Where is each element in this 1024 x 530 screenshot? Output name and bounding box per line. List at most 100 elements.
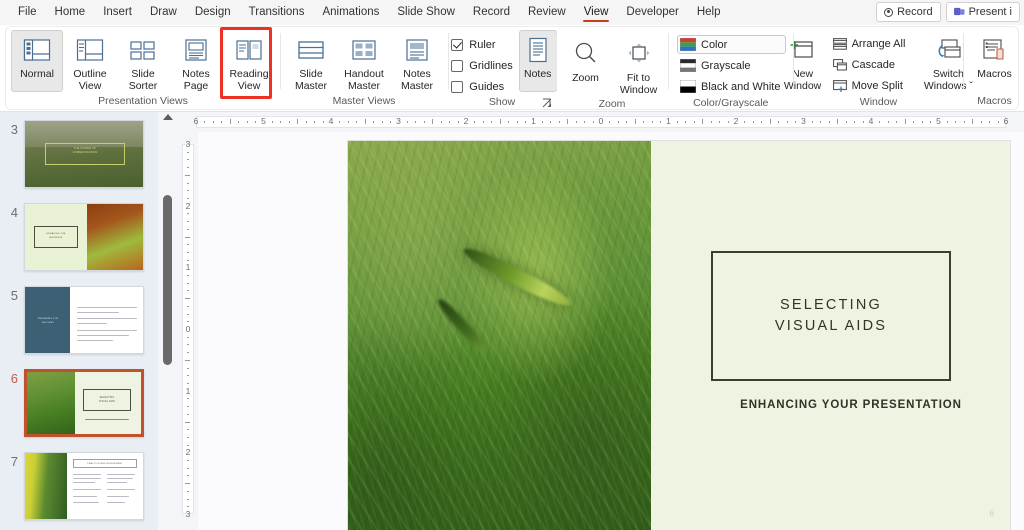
ruler-tick	[186, 221, 189, 223]
zoom-button[interactable]: Zoom	[560, 34, 612, 96]
tab-home[interactable]: Home	[46, 0, 95, 25]
thumbnail-preview[interactable]: PRACTICE AND REFINEMENT	[24, 452, 144, 520]
ruler-tick	[305, 120, 307, 123]
ruler-tick	[186, 251, 189, 253]
gridlines-checkbox[interactable]: Gridlines	[451, 57, 513, 74]
outline-view-label: Outline View	[73, 68, 107, 92]
notes-button[interactable]: Notes	[518, 30, 557, 92]
ruler-tick	[837, 119, 839, 124]
thumbnail-slide-6[interactable]: 6 SELECTING VISUAL AIDS	[0, 369, 158, 437]
notes-page-button[interactable]: Notes Page	[170, 30, 222, 93]
gridlines-label: Gridlines	[469, 59, 513, 72]
slide-sorter-icon	[128, 36, 158, 64]
magnifier-icon	[571, 40, 601, 68]
arrange-all-icon	[832, 37, 847, 50]
thumbnail-preview[interactable]: ENGAGING THE AUDIENCE	[24, 203, 144, 271]
slide-photo[interactable]	[348, 141, 651, 530]
thumbnail-slide-3[interactable]: 3 THE POWER OF COMMUNICATION	[0, 120, 158, 188]
thumbnail-slide-4[interactable]: 4 ENGAGING THE AUDIENCE	[0, 203, 158, 271]
ruler-tick	[525, 120, 527, 123]
record-button[interactable]: Record	[876, 2, 941, 22]
ruler-tick	[693, 120, 695, 123]
ruler-tick	[820, 120, 822, 123]
ruler-tick	[221, 120, 223, 123]
group-label-color-grayscale: Color/Grayscale	[693, 97, 769, 109]
ruler-tick	[186, 321, 189, 323]
reading-view-button[interactable]: Reading View	[223, 30, 275, 93]
slide-master-button[interactable]: Slide Master	[285, 30, 337, 93]
tab-transitions[interactable]: Transitions	[240, 0, 314, 25]
color-option[interactable]: Color	[677, 35, 787, 54]
guides-checkbox[interactable]: Guides	[451, 78, 512, 95]
thumbnail-preview[interactable]: THE POWER OF COMMUNICATION	[24, 120, 144, 188]
ruler-tick	[862, 120, 864, 123]
normal-view-label: Normal	[20, 68, 54, 80]
ruler-tick	[609, 120, 611, 123]
thumbnail-scrollbar[interactable]	[158, 112, 178, 530]
thumbnail-slide-5[interactable]: 5 PREPARING FOR DELIVERY	[0, 286, 158, 354]
slide-canvas[interactable]: SELECTING VISUAL AIDS ENHANCING YOUR PRE…	[198, 132, 1024, 530]
tab-slide-show[interactable]: Slide Show	[388, 0, 464, 25]
ribbon-tab-bar: File Home Insert Draw Design Transitions…	[0, 0, 1024, 25]
ruler-tick	[314, 120, 316, 123]
tab-record[interactable]: Record	[464, 0, 519, 25]
ruler-tick	[879, 120, 881, 123]
macros-button[interactable]: Macros	[968, 30, 1020, 92]
arrange-all-option[interactable]: Arrange All	[830, 34, 912, 53]
tab-animations[interactable]: Animations	[313, 0, 388, 25]
tab-draw[interactable]: Draw	[141, 0, 186, 25]
ruler-label-h: 1	[531, 116, 536, 126]
ruler-tick	[186, 398, 189, 400]
ruler-tick	[423, 120, 425, 123]
show-dialog-launcher[interactable]	[541, 97, 552, 108]
ruler-tick	[685, 120, 687, 123]
outline-view-button[interactable]: Outline View	[64, 30, 116, 93]
thumbnail-slide-7[interactable]: 7 PRACTICE AND REFINEMENT	[0, 452, 158, 520]
checkbox-icon	[451, 59, 464, 72]
black-and-white-option[interactable]: Black and White	[677, 77, 786, 96]
horizontal-ruler[interactable]: 6 5 4 3 2 1 0 1 2 3 4 5 6	[178, 112, 1024, 132]
present-in-teams-button[interactable]: Present i	[945, 2, 1020, 22]
ruler-checkbox[interactable]: Ruler	[451, 36, 512, 53]
ruler-tick	[186, 190, 189, 192]
tab-help[interactable]: Help	[688, 0, 730, 25]
ruler-tick	[567, 119, 569, 124]
new-window-button[interactable]: New Window	[781, 30, 825, 93]
ruler-tick	[896, 120, 898, 123]
handout-master-button[interactable]: Handout Master	[338, 30, 390, 93]
macros-icon	[979, 36, 1009, 64]
move-split-option[interactable]: Move Split	[830, 76, 912, 95]
notes-master-button[interactable]: Notes Master	[391, 30, 443, 93]
scrollbar-thumb[interactable]	[163, 195, 172, 365]
ruler-tick	[913, 120, 915, 123]
tab-design[interactable]: Design	[186, 0, 240, 25]
slide-sorter-button[interactable]: Slide Sorter	[117, 30, 169, 93]
fit-to-window-label: Fit to Window	[619, 72, 658, 96]
slide-title: SELECTING VISUAL AIDS	[774, 297, 888, 334]
cascade-option[interactable]: Cascade	[830, 55, 912, 74]
slide-title-placeholder[interactable]: SELECTING VISUAL AIDS	[711, 251, 951, 381]
tab-view[interactable]: View	[575, 0, 618, 25]
ruler-tick	[204, 120, 206, 123]
ribbon-group-presentation-views: Normal Outline View Slide Sorter Notes P…	[6, 27, 280, 109]
tab-file[interactable]: File	[9, 0, 46, 25]
grayscale-label: Grayscale	[701, 59, 751, 72]
normal-view-button[interactable]: Normal	[11, 30, 63, 92]
thumbnail-preview[interactable]: PREPARING FOR DELIVERY	[24, 286, 144, 354]
thumbnail-preview-selected[interactable]: SELECTING VISUAL AIDS	[24, 369, 144, 437]
new-window-label: New Window	[783, 68, 822, 92]
ruler-tick	[778, 120, 780, 123]
grayscale-option[interactable]: Grayscale	[677, 56, 786, 75]
handout-master-icon	[349, 36, 379, 64]
scroll-up-arrow-icon[interactable]	[163, 114, 173, 120]
thumbnail-number: 3	[10, 122, 18, 137]
slide-subtitle[interactable]: ENHANCING YOUR PRESENTATION	[711, 399, 991, 411]
current-slide[interactable]: SELECTING VISUAL AIDS ENHANCING YOUR PRE…	[348, 141, 1010, 530]
tab-developer[interactable]: Developer	[617, 0, 687, 25]
vertical-ruler[interactable]: 3 2 1 0 1 2 3	[178, 132, 198, 530]
ruler-tick	[186, 444, 189, 446]
tab-insert[interactable]: Insert	[94, 0, 141, 25]
tab-review[interactable]: Review	[519, 0, 575, 25]
ruler-tick	[710, 120, 712, 123]
fit-to-window-button[interactable]: Fit to Window	[613, 34, 665, 97]
